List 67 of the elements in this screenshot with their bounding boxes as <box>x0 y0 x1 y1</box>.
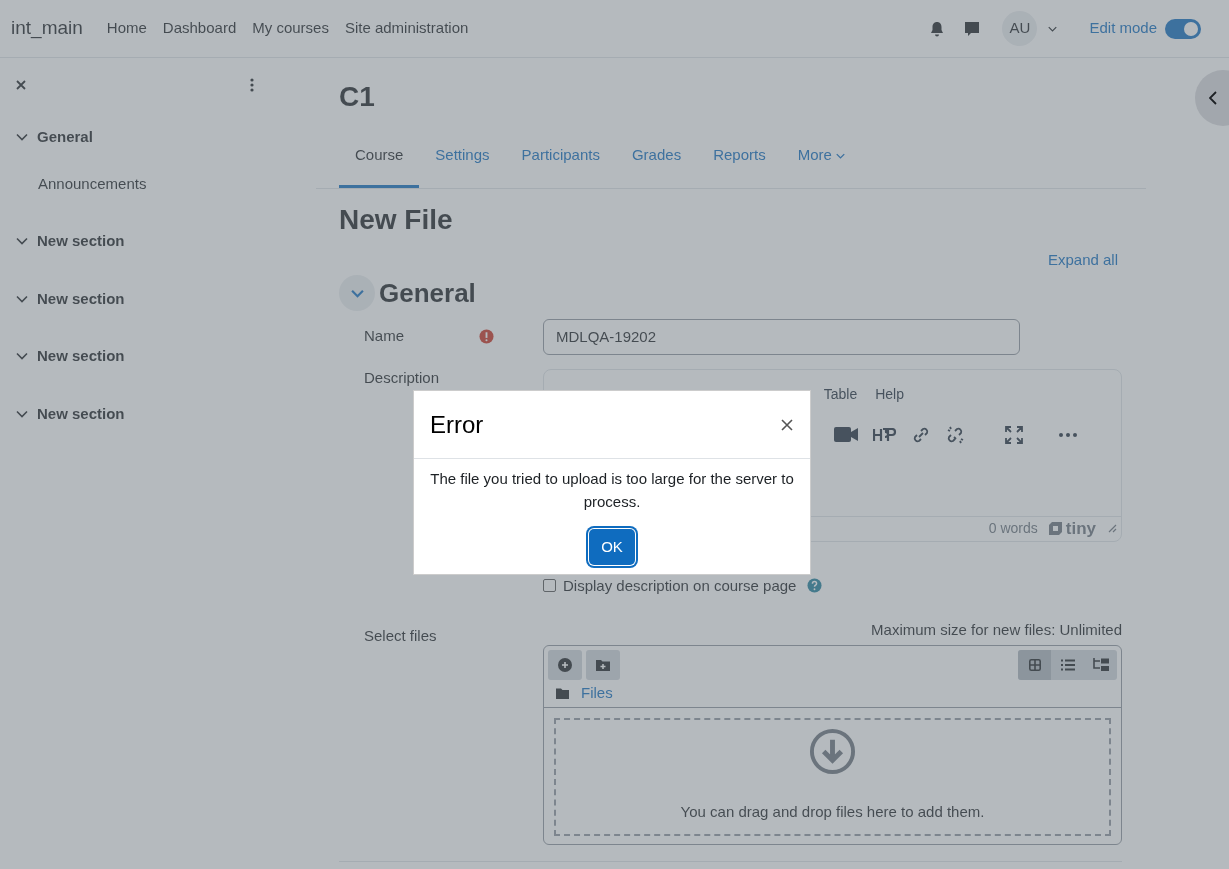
editor-menu-item[interactable]: Help <box>875 383 904 405</box>
resize-handle-icon[interactable] <box>1108 524 1117 533</box>
chevron-left-icon <box>1209 91 1217 105</box>
section-link[interactable]: New section <box>37 345 125 368</box>
nav-link[interactable]: Home <box>98 17 155 40</box>
tab[interactable]: Settings <box>419 126 506 188</box>
more-horizontal-icon[interactable] <box>1059 432 1077 437</box>
chat-icon[interactable] <box>964 20 981 37</box>
tab[interactable]: Participants <box>505 126 616 188</box>
checkbox-label: Display description on course page <box>563 575 797 596</box>
edit-mode-label: Edit mode <box>1089 18 1157 39</box>
chevron-down-icon <box>350 288 364 298</box>
editor-brand: tiny <box>1065 517 1096 540</box>
section-link[interactable]: New section <box>37 230 125 253</box>
page-title: New File <box>339 203 454 237</box>
folder-icon <box>556 687 569 699</box>
nav-link[interactable]: Site administration <box>336 17 477 40</box>
word-count: 0 words <box>988 519 1038 538</box>
field-label: Name <box>363 326 405 347</box>
download-icon <box>809 728 856 775</box>
edit-mode-toggle[interactable] <box>1165 18 1201 39</box>
tab[interactable]: More <box>781 126 861 188</box>
course-title: C1 <box>339 80 376 114</box>
video-icon[interactable] <box>834 426 859 443</box>
tab[interactable]: Grades <box>615 126 698 188</box>
section-link[interactable]: New section <box>37 402 125 425</box>
help-icon[interactable] <box>807 578 823 594</box>
site-name[interactable]: int_main <box>11 14 83 43</box>
list-icon <box>1060 658 1075 671</box>
h5p-icon[interactable] <box>873 427 897 442</box>
field-label: Select files <box>363 626 438 646</box>
caret-icon <box>835 152 845 159</box>
dialog-title: Error <box>430 409 484 440</box>
tree-icon <box>1092 657 1109 672</box>
section-heading: General <box>379 276 476 310</box>
drop-zone[interactable]: You can drag and drop files here to add them. <box>554 717 1111 836</box>
section-link[interactable]: General <box>37 126 93 149</box>
more-vertical-icon[interactable] <box>250 78 254 92</box>
create-folder-button[interactable] <box>586 649 620 680</box>
tiny-logo-icon <box>1047 521 1063 536</box>
close-icon[interactable] <box>16 80 26 90</box>
fullscreen-icon[interactable] <box>1005 425 1023 444</box>
field-label: Description <box>363 367 441 388</box>
activity-link[interactable]: Announcements <box>38 172 300 195</box>
max-size-text: Maximum size for new files: Unlimited <box>870 620 1122 640</box>
nav-link[interactable]: Dashboard <box>154 17 245 40</box>
section-link[interactable]: New section <box>37 287 125 310</box>
editor-menu-item[interactable]: Table <box>823 383 858 405</box>
drop-hint: You can drag and drop files here to add them. <box>680 802 985 822</box>
tab[interactable]: Course <box>339 126 420 188</box>
plus-circle-icon <box>558 657 572 672</box>
view-mode-button[interactable] <box>1018 649 1051 680</box>
grid-icon <box>1028 658 1041 671</box>
expand-all-link[interactable]: Expand all <box>1047 249 1118 272</box>
folder-plus-icon <box>596 658 610 671</box>
tab[interactable]: Reports <box>697 126 782 188</box>
name-input[interactable]: MDLQA-19202 <box>543 318 1020 355</box>
ok-button[interactable]: OK <box>589 529 635 565</box>
user-menu-caret-icon <box>1048 25 1058 32</box>
nav-link[interactable]: My courses <box>244 17 337 40</box>
folder-link[interactable]: Files <box>581 681 613 705</box>
close-icon[interactable] <box>781 418 793 431</box>
collapse-toggle[interactable] <box>339 275 375 311</box>
bell-icon[interactable] <box>930 20 945 37</box>
add-file-button[interactable] <box>548 649 582 680</box>
checkbox[interactable] <box>543 579 556 593</box>
user-avatar[interactable]: AU <box>1002 11 1038 46</box>
